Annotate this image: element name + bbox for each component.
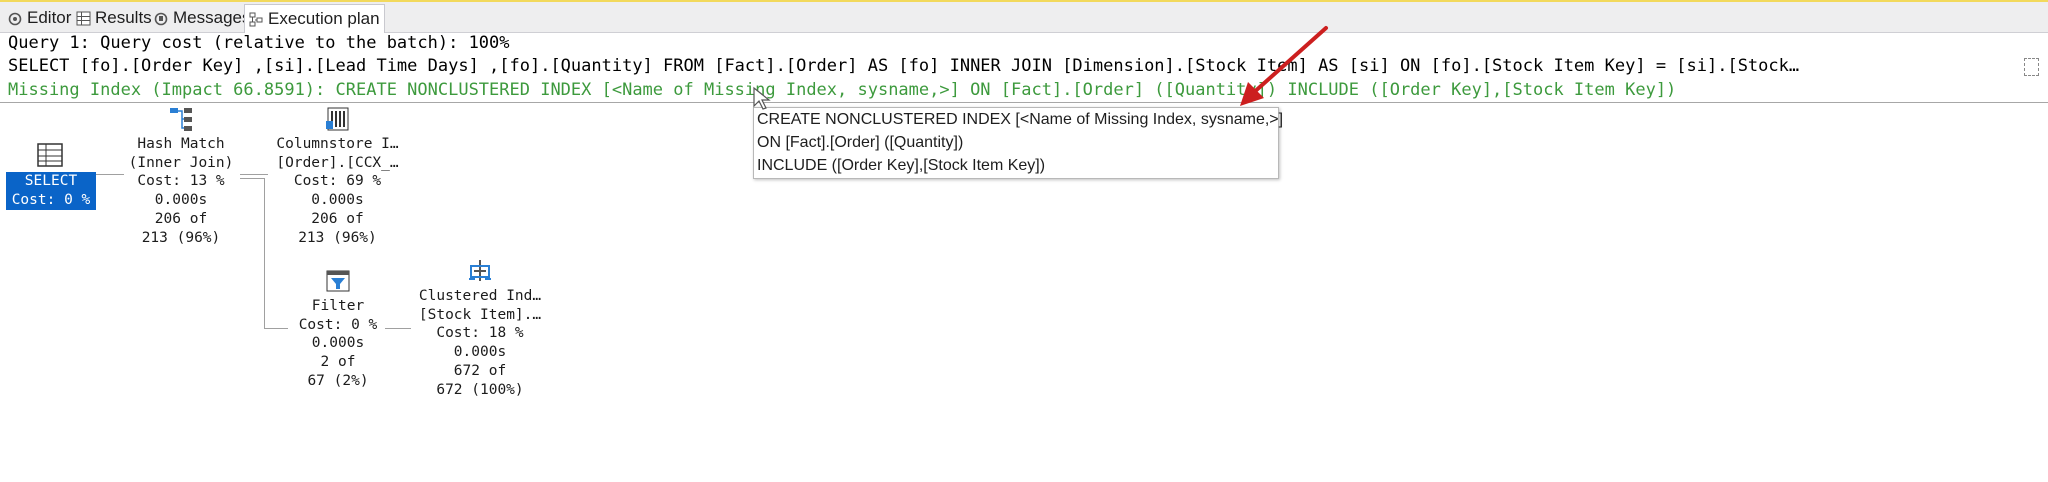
- results-tab-bar: Editor Results Messages Execution plan: [0, 2, 2048, 33]
- columnstore-rows-pct: 213 (96%): [298, 229, 377, 246]
- clustered-index-node[interactable]: Clustered Ind… [Stock Item].… Cost: 18 %…: [405, 257, 555, 399]
- select-node-title: SELECT: [24, 173, 78, 189]
- hash-match-rows-pct: 213 (96%): [141, 229, 221, 246]
- clustered-index-time: 0.000s: [453, 344, 507, 361]
- filter-node[interactable]: Filter Cost: 0 % 0.000s 2 of 67 (2%): [288, 268, 388, 391]
- connector-branch-vertical: [264, 178, 265, 328]
- select-node[interactable]: SELECT Cost: 0 %: [6, 172, 96, 210]
- tab-editor-label: Editor: [27, 8, 72, 27]
- hash-match-node[interactable]: Hash Match (Inner Join) Cost: 13 % 0.000…: [116, 105, 246, 247]
- hash-match-sub: (Inner Join): [128, 154, 234, 171]
- filter-title: Filter: [311, 298, 365, 314]
- tooltip-line-3: INCLUDE ([Order Key],[Stock Item Key]): [757, 157, 1046, 174]
- mouse-cursor-icon: [753, 86, 771, 110]
- clustered-index-icon: [405, 257, 555, 287]
- query-sql-text: SELECT [fo].[Order Key] ,[si].[Lead Time…: [8, 56, 1800, 76]
- editor-icon: [8, 11, 23, 26]
- missing-index-tooltip: CREATE NONCLUSTERED INDEX [<Name of Miss…: [753, 107, 1284, 179]
- hash-match-cost: Cost: 13 %: [137, 173, 225, 190]
- filter-cost: Cost: 0 %: [298, 316, 378, 333]
- tooltip-line-1: CREATE NONCLUSTERED INDEX [<Name of Miss…: [757, 111, 1284, 128]
- tab-execution-plan[interactable]: Execution plan: [244, 4, 385, 33]
- filter-rows: 2 of: [320, 354, 356, 371]
- hash-match-title: Hash Match: [137, 136, 225, 152]
- plan-icon: [249, 12, 264, 27]
- select-node-icon-wrap[interactable]: [30, 142, 70, 174]
- filter-rows-pct: 67 (2%): [307, 372, 369, 389]
- messages-icon: [154, 11, 169, 26]
- hash-match-icon: [116, 105, 246, 135]
- tab-results[interactable]: Results: [72, 5, 156, 31]
- annotation-arrow-icon: [1240, 26, 1328, 106]
- filter-icon: [288, 268, 388, 297]
- tooltip-line-2: ON [Fact].[Order] ([Quantity]): [757, 134, 964, 151]
- columnstore-sub: [Order].[CCX_…: [276, 154, 399, 171]
- tab-execution-plan-label: Execution plan: [268, 9, 380, 28]
- clustered-index-cost: Cost: 18 %: [436, 325, 524, 342]
- select-node-cost: Cost: 0 %: [11, 191, 91, 208]
- columnstore-node[interactable]: Columnstore I… [Order].[CCX_… Cost: 69 %…: [270, 105, 405, 247]
- columnstore-time: 0.000s: [311, 192, 364, 209]
- missing-index-hint[interactable]: Missing Index (Impact 66.8591): CREATE N…: [8, 80, 1676, 100]
- filter-time: 0.000s: [311, 335, 365, 352]
- header-separator: [0, 102, 2048, 103]
- connector-branch-filter: [264, 328, 288, 329]
- columnstore-title: Columnstore I…: [276, 136, 399, 152]
- columnstore-rows: 206 of: [311, 210, 364, 227]
- clustered-index-rows-pct: 672 (100%): [436, 381, 524, 398]
- expand-sql-button[interactable]: [2024, 58, 2039, 76]
- tab-messages-label: Messages: [173, 8, 251, 27]
- hash-match-time: 0.000s: [154, 192, 208, 209]
- tab-results-label: Results: [95, 8, 152, 27]
- columnstore-icon: [270, 105, 405, 135]
- columnstore-cost: Cost: 69 %: [293, 173, 382, 190]
- query-cost-header: Query 1: Query cost (relative to the bat…: [8, 33, 510, 53]
- tab-messages[interactable]: Messages: [150, 5, 254, 31]
- clustered-index-rows: 672 of: [453, 362, 507, 379]
- grid-icon: [76, 11, 91, 26]
- select-icon: [36, 143, 64, 172]
- clustered-index-sub: [Stock Item].…: [418, 306, 542, 323]
- tab-editor[interactable]: Editor: [4, 5, 75, 31]
- clustered-index-title: Clustered Ind…: [418, 288, 542, 304]
- hash-match-rows: 206 of: [154, 210, 208, 227]
